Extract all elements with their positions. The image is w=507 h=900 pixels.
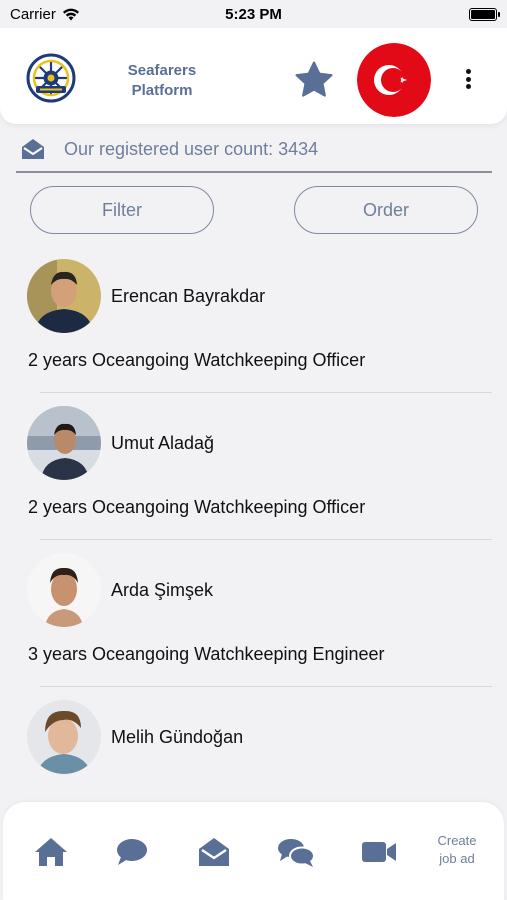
- bottom-tab-bar: Create job ad: [3, 802, 504, 900]
- turkey-flag-icon: [357, 43, 431, 117]
- create-job-ad-button[interactable]: Create job ad: [431, 832, 483, 868]
- menu-dot: [465, 76, 471, 82]
- brand-title: Seafarers Platform: [127, 62, 197, 99]
- user-name: Melih Gündoğan: [111, 727, 244, 747]
- avatar: [27, 406, 101, 480]
- divider: [16, 171, 492, 173]
- language-flag-button[interactable]: [357, 43, 431, 117]
- avatar: [27, 700, 101, 774]
- envelope-open-icon: [22, 139, 44, 159]
- user-name: Arda Şimşek: [111, 580, 214, 600]
- user-list: Erencan Bayrakdar 2 years Oceangoing Wat…: [0, 252, 507, 840]
- order-button[interactable]: Order: [294, 186, 478, 234]
- filter-button[interactable]: Filter: [30, 186, 214, 234]
- status-bar: Carrier 5:23 PM: [0, 0, 507, 28]
- more-menu-button[interactable]: [456, 64, 480, 94]
- video-camera-icon: [362, 842, 396, 862]
- user-count-text: Our registered user count: 3434: [64, 138, 319, 159]
- user-experience: 2 years Oceangoing Watchkeeping Officer: [28, 350, 366, 370]
- status-left: Carrier: [10, 6, 80, 23]
- list-item[interactable]: Arda Şimşek 3 years Oceangoing Watchkeep…: [0, 546, 507, 693]
- app-header: Seafarers Platform: [0, 28, 507, 124]
- star-icon: [295, 61, 333, 97]
- list-divider: [40, 392, 492, 393]
- list-item[interactable]: Erencan Bayrakdar 2 years Oceangoing Wat…: [0, 252, 507, 399]
- home-icon: [35, 838, 67, 866]
- favorites-button[interactable]: [290, 56, 338, 104]
- user-name: Umut Aladağ: [111, 433, 215, 453]
- tab-inbox[interactable]: [192, 832, 236, 872]
- list-divider: [40, 686, 492, 687]
- user-experience: 2 years Oceangoing Watchkeeping Officer: [28, 497, 366, 517]
- tab-home[interactable]: [29, 832, 73, 872]
- wifi-icon: [62, 8, 79, 20]
- list-divider: [40, 539, 492, 540]
- tab-messages[interactable]: [110, 832, 154, 872]
- tab-group-chat[interactable]: [274, 832, 318, 872]
- seafarers-platform-logo: [26, 53, 76, 103]
- menu-dot: [465, 69, 471, 74]
- battery-icon: [469, 7, 500, 21]
- user-name: Erencan Bayrakdar: [111, 286, 266, 306]
- avatar: [27, 553, 101, 627]
- chat-bubble-icon: [117, 839, 147, 865]
- user-experience: 3 years Oceangoing Watchkeeping Engineer: [28, 644, 385, 664]
- carrier-label: Carrier: [10, 5, 56, 23]
- tab-video[interactable]: [357, 832, 401, 872]
- list-item[interactable]: Umut Aladağ 2 years Oceangoing Watchkeep…: [0, 399, 507, 546]
- user-count-row: Our registered user count: 3434: [20, 133, 490, 165]
- avatar: [27, 259, 101, 333]
- menu-dot: [465, 84, 471, 89]
- envelope-open-icon: [199, 838, 229, 866]
- group-chat-icon: [278, 839, 315, 867]
